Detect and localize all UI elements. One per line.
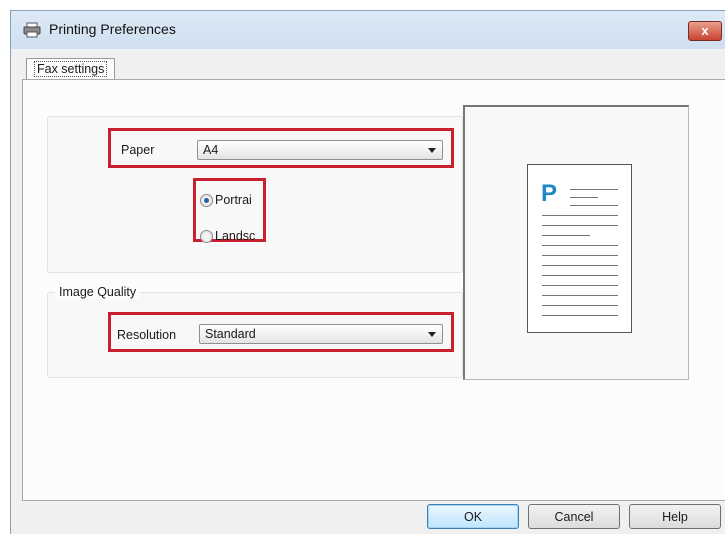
portrait-radio[interactable] <box>200 194 213 207</box>
landscape-radio[interactable] <box>200 230 213 243</box>
page-preview-portrait-icon: P <box>527 164 632 333</box>
close-button[interactable]: x <box>688 21 722 41</box>
paper-select-value: A4 <box>203 143 219 157</box>
dialog-client-area: Fax settings Paper A4 Portrai Landsc Ima… <box>11 49 725 534</box>
portrait-label[interactable]: Portrai <box>215 193 252 207</box>
help-button[interactable]: Help <box>629 504 721 529</box>
ok-button[interactable]: OK <box>427 504 519 529</box>
tab-label: Fax settings <box>34 61 108 77</box>
preview-line <box>542 295 618 296</box>
dialog-window: Printing Preferences x Fax settings Pape… <box>10 10 725 534</box>
preview-line <box>542 305 618 306</box>
preview-line <box>570 189 618 190</box>
preview-line <box>542 245 618 246</box>
preview-line <box>542 225 618 226</box>
landscape-label[interactable]: Landsc <box>215 229 255 243</box>
preview-line <box>542 275 618 276</box>
cancel-button[interactable]: Cancel <box>528 504 620 529</box>
preview-line <box>542 255 618 256</box>
resolution-label: Resolution <box>117 328 177 342</box>
preview-line <box>570 205 618 206</box>
preview-line <box>542 215 618 216</box>
resolution-select[interactable]: Standard <box>199 324 443 344</box>
preview-line <box>542 265 618 266</box>
paper-label: Paper <box>121 143 155 157</box>
paper-select[interactable]: A4 <box>197 140 443 160</box>
resolution-select-value: Standard <box>205 327 256 341</box>
preview-line <box>570 197 598 198</box>
chevron-down-icon <box>428 332 436 337</box>
preview-line <box>542 285 618 286</box>
printer-icon <box>23 22 41 38</box>
chevron-down-icon <box>428 148 436 153</box>
tab-fax-settings[interactable]: Fax settings <box>26 58 116 79</box>
title-bar[interactable]: Printing Preferences x <box>11 11 725 49</box>
preview-letter: P <box>541 180 558 207</box>
preview-line <box>542 235 590 236</box>
image-quality-group-label: Image Quality <box>55 285 141 299</box>
preview-line <box>542 315 618 316</box>
window-title: Printing Preferences <box>49 21 176 37</box>
